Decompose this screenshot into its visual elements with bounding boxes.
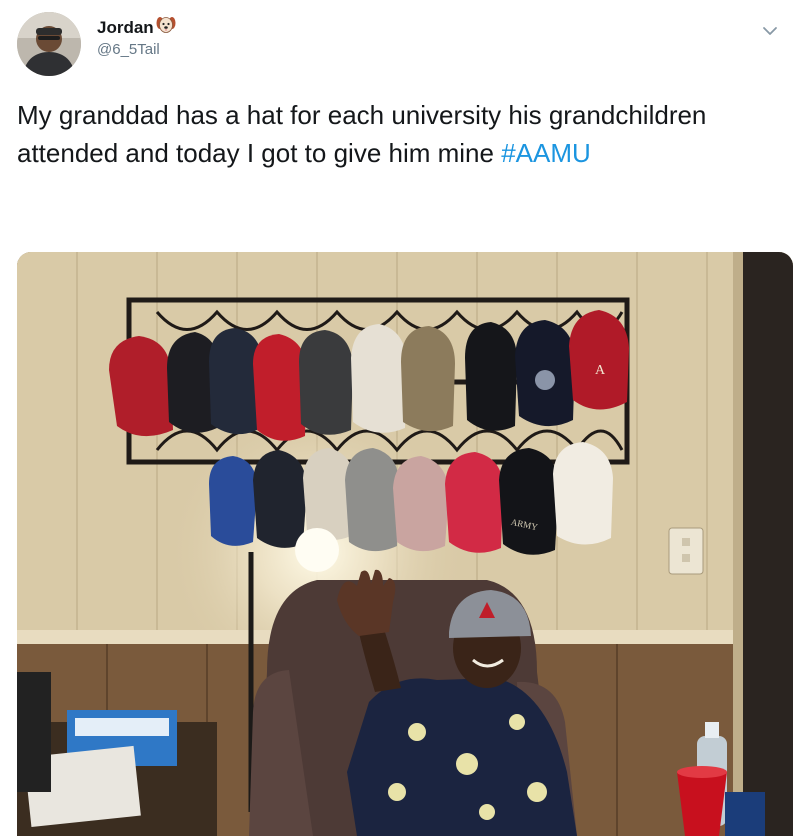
avatar[interactable]: [17, 12, 81, 76]
avatar-photo: [17, 12, 81, 76]
chevron-down-icon[interactable]: [757, 18, 783, 44]
user-handle[interactable]: @6_5Tail: [97, 41, 160, 58]
hashtag-link[interactable]: #AAMU: [501, 138, 591, 168]
dog-face-emoji-icon: [156, 16, 176, 39]
tweet-text: My granddad has a hat for each universit…: [17, 96, 777, 172]
svg-text:A: A: [595, 363, 606, 378]
display-name-row[interactable]: Jordan: [97, 16, 176, 39]
photo-scene: A ARMY: [17, 252, 793, 836]
display-name[interactable]: Jordan: [97, 18, 154, 38]
tweet-body: My granddad has a hat for each universit…: [17, 100, 707, 168]
tweet-card: Jordan @6_5Tail My granddad has a hat fo…: [0, 0, 800, 836]
tweet-photo[interactable]: A ARMY: [17, 252, 793, 836]
